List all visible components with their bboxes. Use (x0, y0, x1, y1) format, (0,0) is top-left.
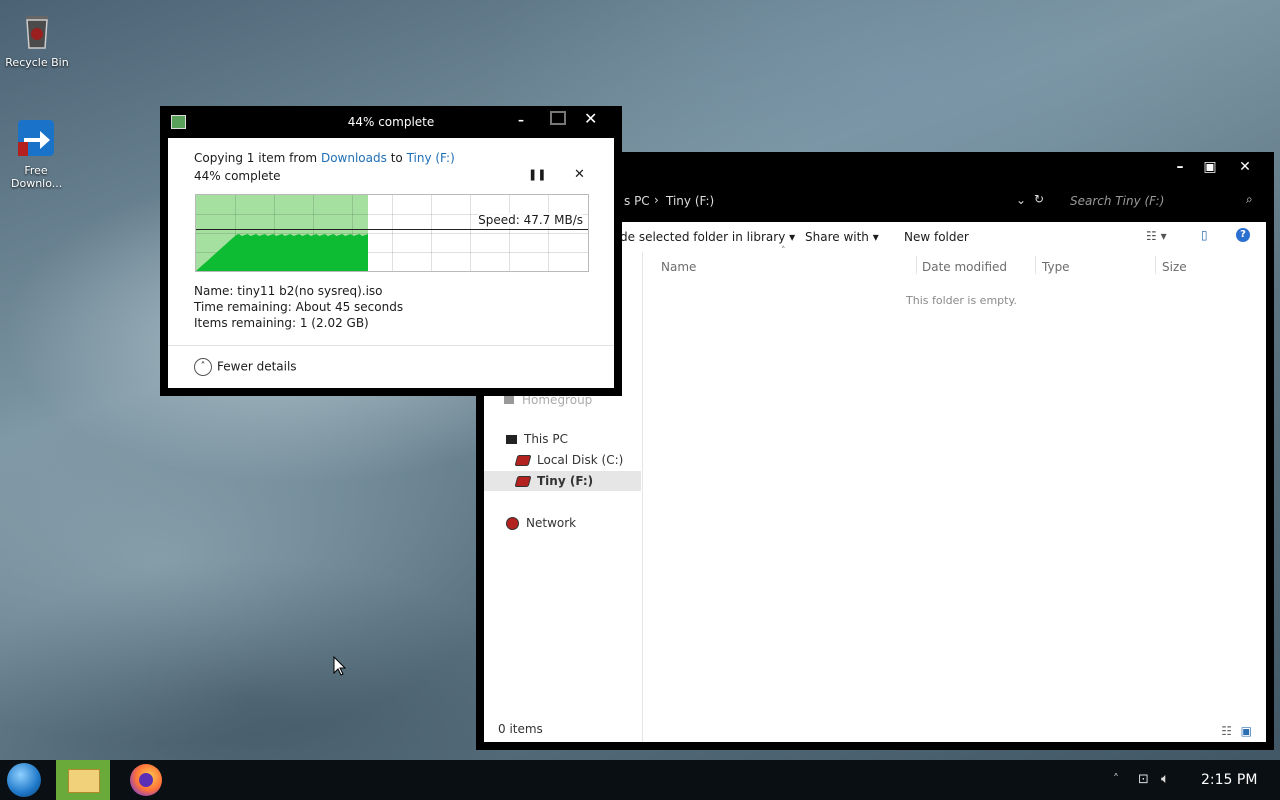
recycle-bin-icon (15, 8, 59, 52)
volume-icon[interactable]: 🔈︎ (1161, 771, 1169, 787)
desktop-icon-label: Recycle Bin (5, 56, 69, 69)
cancel-button[interactable]: ✕ (574, 167, 585, 182)
drive-icon (514, 476, 532, 487)
folder-icon (68, 769, 100, 793)
detail-name: Name: tiny11 b2(no sysreq).iso (194, 284, 383, 298)
view-options-icon[interactable]: ☷ ▾ (1146, 229, 1167, 243)
speed-curve (196, 234, 368, 271)
fewer-details-toggle[interactable]: ˄ Fewer details (194, 358, 297, 376)
destination-link[interactable]: Tiny (F:) (407, 151, 455, 165)
maximize-button (550, 111, 566, 125)
percent-complete-text: 44% complete (194, 169, 281, 183)
address-crumb-this-pc[interactable]: s PC (624, 194, 650, 208)
source-link[interactable]: Downloads (321, 151, 387, 165)
divider (168, 345, 614, 346)
share-with-button[interactable]: Share with ▾ (805, 230, 879, 244)
network-tray-icon[interactable]: ⊡ (1138, 772, 1149, 787)
column-header-size[interactable]: Size (1162, 260, 1187, 274)
file-name-value: tiny11 b2(no sysreq).iso (237, 284, 383, 298)
new-folder-button[interactable]: New folder (904, 230, 969, 244)
chevron-up-icon: ˄ (194, 358, 212, 376)
sort-indicator-icon: ˄ (781, 246, 786, 256)
drive-icon (514, 455, 532, 466)
desktop-icon-label: Free Downlo... (11, 164, 63, 190)
copying-summary: Copying 1 item from Downloads to Tiny (F… (194, 151, 455, 165)
nav-item-local-disk[interactable]: Local Disk (C:) (514, 450, 623, 470)
nav-item-this-pc[interactable]: This PC (506, 429, 568, 449)
large-icons-view-icon[interactable]: ▣ (1241, 724, 1252, 738)
pause-button[interactable]: ❚❚ (528, 168, 546, 181)
computer-icon (506, 435, 517, 444)
detail-items-remaining: Items remaining: 1 (2.02 GB) (194, 316, 369, 330)
column-header-type[interactable]: Type (1042, 260, 1070, 274)
address-dropdown-icon[interactable]: ⌄ (1016, 193, 1026, 207)
empty-folder-message: This folder is empty. (906, 294, 1017, 307)
start-button[interactable] (7, 763, 41, 797)
nav-item-tiny-drive[interactable]: Tiny (F:) (484, 471, 641, 491)
fewer-details-label: Fewer details (217, 359, 297, 374)
column-header-date-modified[interactable]: Date modified (922, 260, 1007, 274)
help-icon[interactable]: ? (1236, 228, 1250, 242)
minimize-button[interactable]: – (518, 113, 524, 127)
taskbar: ˄ ⊡ 🔈︎ 2:15 PM (0, 760, 1280, 800)
taskbar-file-explorer[interactable] (56, 760, 110, 800)
column-header-name[interactable]: Name (661, 260, 696, 274)
items-remaining-value: 1 (2.02 GB) (299, 316, 369, 330)
copy-progress-dialog: 44% complete – ✕ Copying 1 item from Dow… (160, 106, 622, 396)
copy-dialog-body: Copying 1 item from Downloads to Tiny (F… (168, 138, 614, 388)
nav-item-network[interactable]: Network (506, 513, 576, 533)
time-remaining-value: About 45 seconds (295, 300, 404, 314)
desktop-icon-recycle-bin[interactable]: Recycle Bin (2, 8, 72, 69)
transfer-speed-graph: Speed: 47.7 MB/s (195, 194, 589, 272)
details-view-icon[interactable]: ☷ (1221, 724, 1232, 738)
clock[interactable]: 2:15 PM (1201, 772, 1257, 788)
desktop-icon-free-download-manager[interactable]: Free Downlo... (1, 116, 71, 190)
detail-time-remaining: Time remaining: About 45 seconds (194, 300, 404, 314)
close-button[interactable]: ✕ (584, 109, 597, 128)
speed-label: Speed: 47.7 MB/s (478, 213, 583, 227)
refresh-icon[interactable]: ↻ (1034, 192, 1044, 206)
address-separator: › (654, 193, 659, 207)
include-in-library-button[interactable]: de selected folder in library ▾ (620, 230, 795, 244)
search-input[interactable]: Search Tiny (F:) (1070, 194, 1164, 208)
column-divider (1155, 256, 1156, 274)
column-divider (1035, 256, 1036, 274)
homegroup-icon (504, 396, 514, 404)
show-hidden-icons-button[interactable]: ˄ (1113, 772, 1119, 786)
free-download-manager-icon (14, 116, 58, 160)
copy-dialog-title-bar[interactable]: 44% complete – ✕ (160, 106, 622, 138)
status-item-count: 0 items (498, 722, 543, 736)
taskbar-firefox[interactable] (130, 764, 162, 796)
firefox-icon (139, 773, 153, 787)
mouse-cursor-icon (333, 656, 347, 676)
address-crumb-drive[interactable]: Tiny (F:) (666, 194, 714, 208)
current-speed-line (196, 229, 588, 230)
maximize-button[interactable]: ▣ (1196, 156, 1224, 178)
network-icon (506, 517, 519, 530)
minimize-button[interactable]: – (1166, 156, 1194, 178)
column-divider (916, 256, 917, 274)
preview-pane-icon[interactable]: ▯ (1201, 228, 1208, 242)
close-button[interactable]: ✕ (1231, 156, 1259, 178)
search-icon: ⌕ (1246, 192, 1253, 206)
